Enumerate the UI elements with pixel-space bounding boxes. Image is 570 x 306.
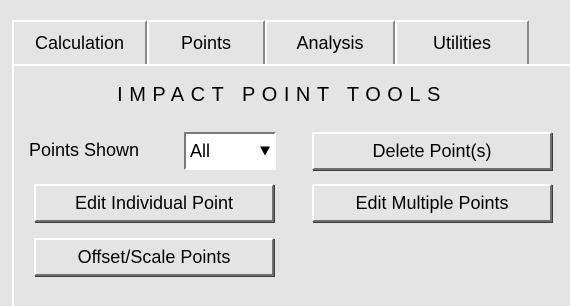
- tab-points[interactable]: Points: [147, 20, 265, 64]
- tab-calculation[interactable]: Calculation: [12, 20, 147, 64]
- points-shown-label: Points Shown: [29, 140, 140, 160]
- edit-individual-point-label: Edit Individual Point: [74, 192, 234, 213]
- points-shown-value: All: [190, 140, 211, 161]
- tools-panel: IMPACT POINT TOOLS Points Shown All Dele…: [12, 64, 570, 306]
- impact-point-tools-window: Calculation Points Analysis Utilities IM…: [0, 0, 570, 306]
- panel-title: IMPACT POINT TOOLS: [117, 84, 447, 106]
- tab-utilities-label: Utilities: [432, 32, 491, 53]
- tab-calculation-label: Calculation: [34, 32, 125, 53]
- tab-utilities[interactable]: Utilities: [395, 20, 529, 64]
- edit-multiple-points-button[interactable]: Edit Multiple Points: [312, 184, 552, 222]
- edit-individual-point-button[interactable]: Edit Individual Point: [34, 184, 274, 222]
- tab-analysis[interactable]: Analysis: [265, 20, 395, 64]
- edit-multiple-points-label: Edit Multiple Points: [355, 192, 509, 213]
- points-shown-select[interactable]: All: [184, 132, 276, 170]
- tab-bar: Calculation Points Analysis Utilities: [12, 20, 529, 64]
- delete-points-button[interactable]: Delete Point(s): [312, 132, 552, 170]
- delete-points-label: Delete Point(s): [372, 140, 492, 161]
- tab-points-label: Points: [180, 32, 232, 53]
- offset-scale-points-button[interactable]: Offset/Scale Points: [34, 238, 274, 276]
- chevron-down-icon: [260, 146, 270, 156]
- tab-analysis-label: Analysis: [296, 32, 364, 53]
- offset-scale-points-label: Offset/Scale Points: [77, 246, 231, 267]
